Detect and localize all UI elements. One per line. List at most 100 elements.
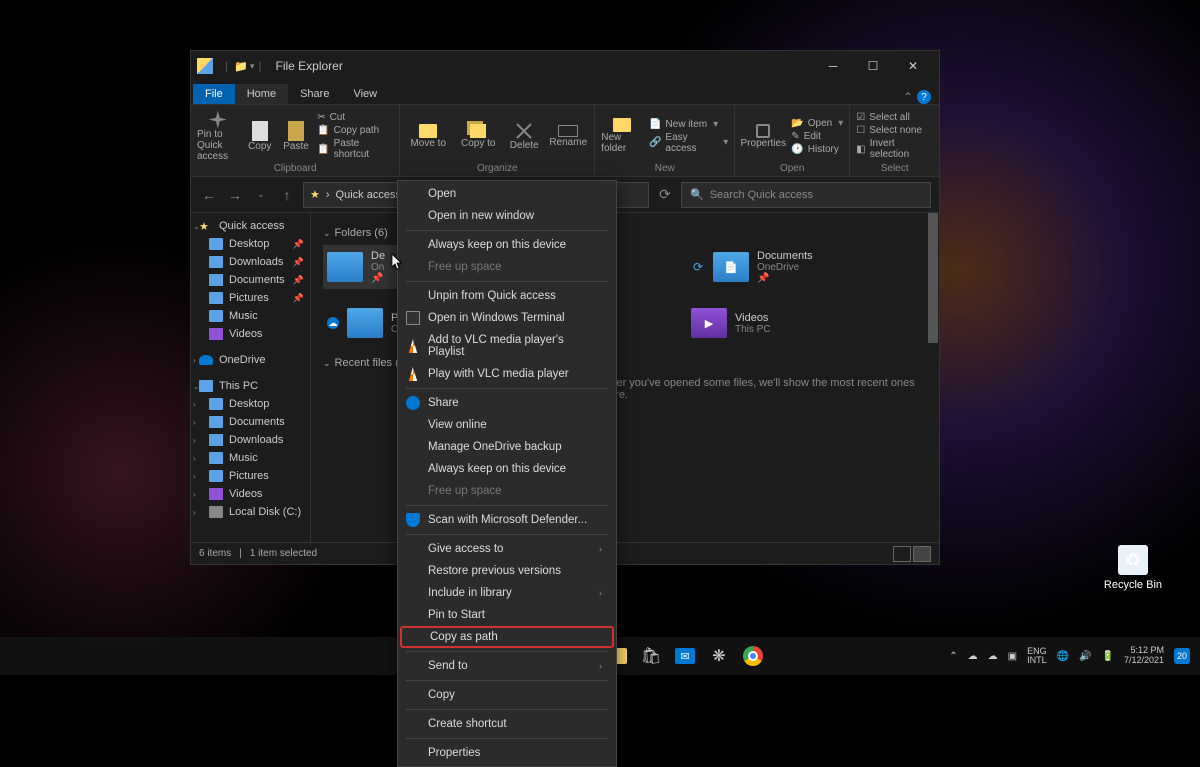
sidebar-documents[interactable]: Documents📌 bbox=[191, 271, 310, 289]
new-item-button[interactable]: 📄New item▾ bbox=[649, 119, 728, 130]
nav-back-button[interactable]: ← bbox=[199, 185, 219, 205]
breadcrumb-chevron[interactable]: › bbox=[326, 189, 330, 201]
system-clock[interactable]: 5:12 PM7/12/2021 bbox=[1124, 646, 1164, 666]
tray-meet-icon[interactable]: ▣ bbox=[1008, 651, 1017, 662]
cm-properties[interactable]: Properties bbox=[398, 742, 616, 764]
cut-button[interactable]: ✂Cut bbox=[317, 112, 393, 123]
expand-icon[interactable]: › bbox=[193, 454, 196, 463]
sidebar-desktop[interactable]: Desktop📌 bbox=[191, 235, 310, 253]
sidebar-pictures[interactable]: Pictures📌 bbox=[191, 289, 310, 307]
easy-access-button[interactable]: 🔗Easy access▾ bbox=[649, 132, 728, 154]
navigation-sidebar[interactable]: ⌄★Quick access Desktop📌 Downloads📌 Docum… bbox=[191, 213, 311, 542]
cm-open[interactable]: Open bbox=[398, 183, 616, 205]
nav-forward-button[interactable]: → bbox=[225, 185, 245, 205]
cm-view-online[interactable]: View online bbox=[398, 414, 616, 436]
paste-shortcut-button[interactable]: 📋Paste shortcut bbox=[317, 138, 393, 160]
properties-button[interactable]: Properties bbox=[741, 109, 785, 163]
cm-vlc-add[interactable]: Add to VLC media player's Playlist bbox=[398, 329, 616, 363]
cm-pin-start[interactable]: Pin to Start bbox=[398, 604, 616, 626]
minimize-button[interactable]: ─ bbox=[813, 51, 853, 81]
tray-battery-icon[interactable]: 🔋 bbox=[1102, 651, 1114, 662]
titlebar-dropdown-icon[interactable]: ▾ bbox=[250, 61, 255, 72]
new-folder-button[interactable]: New folder bbox=[601, 109, 643, 163]
sidebar-local-disk[interactable]: ›Local Disk (C:) bbox=[191, 503, 310, 521]
copy-button[interactable]: Copy bbox=[245, 109, 275, 163]
expand-icon[interactable]: ⌄ bbox=[193, 382, 200, 391]
ribbon-collapse-icon[interactable]: ⌃ bbox=[903, 90, 913, 104]
move-to-button[interactable]: Move to bbox=[406, 109, 450, 163]
tray-onedrive-icon[interactable]: ☁ bbox=[968, 651, 978, 662]
folder-item-documents[interactable]: ⟳ 📄 DocumentsOneDrive📌 bbox=[687, 245, 857, 289]
sidebar-pc-videos[interactable]: ›Videos bbox=[191, 485, 310, 503]
nav-up-button[interactable]: ↑ bbox=[277, 185, 297, 205]
expand-icon[interactable]: › bbox=[193, 356, 196, 365]
tab-file[interactable]: File bbox=[193, 84, 235, 104]
notification-button[interactable]: 20 bbox=[1174, 648, 1190, 664]
copy-path-button[interactable]: 📋Copy path bbox=[317, 125, 393, 136]
chrome-button[interactable] bbox=[742, 645, 764, 667]
sidebar-pc-pictures[interactable]: ›Pictures bbox=[191, 467, 310, 485]
mail-button[interactable]: ✉ bbox=[674, 645, 696, 667]
slack-button[interactable]: ❋ bbox=[708, 645, 730, 667]
pin-quick-access-button[interactable]: Pin to Quick access bbox=[197, 109, 239, 163]
sidebar-videos[interactable]: Videos bbox=[191, 325, 310, 343]
cm-open-terminal[interactable]: Open in Windows Terminal bbox=[398, 307, 616, 329]
sidebar-pc-downloads[interactable]: ›Downloads bbox=[191, 431, 310, 449]
edit-button[interactable]: ✎Edit bbox=[791, 131, 843, 142]
invert-selection-button[interactable]: ◧Invert selection bbox=[856, 138, 933, 160]
refresh-button[interactable]: ⟳ bbox=[655, 185, 675, 205]
recycle-bin[interactable]: ♻ Recycle Bin bbox=[1104, 545, 1162, 591]
cm-unpin[interactable]: Unpin from Quick access bbox=[398, 285, 616, 307]
cm-send-to[interactable]: Send to› bbox=[398, 655, 616, 677]
tray-chevron-icon[interactable]: ⌃ bbox=[949, 651, 957, 662]
details-view-button[interactable] bbox=[893, 546, 911, 562]
sidebar-quick-access[interactable]: ⌄★Quick access bbox=[191, 217, 310, 235]
history-button[interactable]: 🕑History bbox=[791, 144, 843, 155]
sidebar-pc-documents[interactable]: ›Documents bbox=[191, 413, 310, 431]
expand-icon[interactable]: ⌄ bbox=[193, 222, 200, 231]
sidebar-onedrive[interactable]: ›OneDrive bbox=[191, 351, 310, 369]
tray-network-icon[interactable]: 🌐 bbox=[1057, 651, 1069, 662]
tray-volume-icon[interactable]: 🔊 bbox=[1079, 651, 1091, 662]
search-field[interactable]: 🔍 Search Quick access bbox=[681, 182, 931, 208]
cm-open-new-window[interactable]: Open in new window bbox=[398, 205, 616, 227]
cm-include-library[interactable]: Include in library› bbox=[398, 582, 616, 604]
expand-icon[interactable]: › bbox=[193, 508, 196, 517]
cm-keep-on-device-2[interactable]: Always keep on this device bbox=[398, 458, 616, 480]
cm-give-access[interactable]: Give access to› bbox=[398, 538, 616, 560]
tray-weather-icon[interactable]: ☁ bbox=[988, 651, 998, 662]
sidebar-this-pc[interactable]: ⌄This PC bbox=[191, 377, 310, 395]
expand-icon[interactable]: › bbox=[193, 400, 196, 409]
expand-icon[interactable]: › bbox=[193, 418, 196, 427]
sidebar-music[interactable]: Music bbox=[191, 307, 310, 325]
tab-share[interactable]: Share bbox=[288, 84, 341, 104]
nav-recent-button[interactable]: ⌄ bbox=[251, 185, 271, 205]
paste-button[interactable]: Paste bbox=[281, 109, 311, 163]
cm-copy-as-path[interactable]: Copy as path bbox=[400, 626, 614, 648]
select-all-button[interactable]: ☑Select all bbox=[856, 112, 933, 123]
select-none-button[interactable]: ☐Select none bbox=[856, 125, 933, 136]
delete-button[interactable]: Delete bbox=[506, 109, 542, 163]
breadcrumb-location[interactable]: Quick access bbox=[336, 189, 401, 201]
expand-icon[interactable]: › bbox=[193, 490, 196, 499]
thumbnails-view-button[interactable] bbox=[913, 546, 931, 562]
cm-share[interactable]: Share bbox=[398, 392, 616, 414]
cm-keep-on-device[interactable]: Always keep on this device bbox=[398, 234, 616, 256]
cm-manage-backup[interactable]: Manage OneDrive backup bbox=[398, 436, 616, 458]
maximize-button[interactable]: ☐ bbox=[853, 51, 893, 81]
cm-vlc-play[interactable]: Play with VLC media player bbox=[398, 363, 616, 385]
sidebar-pc-desktop[interactable]: ›Desktop bbox=[191, 395, 310, 413]
store-button[interactable]: 🛍 bbox=[640, 645, 662, 667]
sidebar-downloads[interactable]: Downloads📌 bbox=[191, 253, 310, 271]
tab-view[interactable]: View bbox=[341, 84, 389, 104]
folder-item-videos[interactable]: ▶ VideosThis PC bbox=[687, 301, 857, 345]
cm-restore-versions[interactable]: Restore previous versions bbox=[398, 560, 616, 582]
close-button[interactable]: ✕ bbox=[893, 51, 933, 81]
rename-button[interactable]: Rename bbox=[548, 109, 588, 163]
cm-copy[interactable]: Copy bbox=[398, 684, 616, 706]
cm-create-shortcut[interactable]: Create shortcut bbox=[398, 713, 616, 735]
expand-icon[interactable]: › bbox=[193, 436, 196, 445]
help-icon[interactable]: ? bbox=[917, 90, 931, 104]
expand-icon[interactable]: › bbox=[193, 472, 196, 481]
copy-to-button[interactable]: Copy to bbox=[456, 109, 500, 163]
